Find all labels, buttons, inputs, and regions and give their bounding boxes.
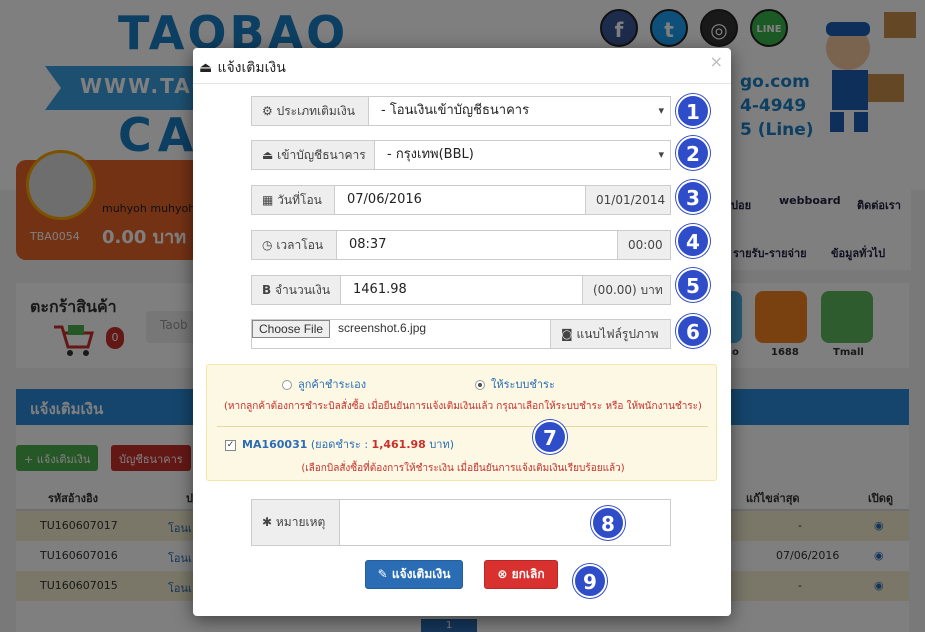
- choose-file-button[interactable]: Choose File: [252, 320, 331, 338]
- order-prefix: (ยอดชำระ :: [310, 438, 369, 451]
- topup-type-label-text: ประเภทเติมเงิน: [276, 104, 355, 118]
- time-label: ◷ เวลาโอน: [251, 230, 337, 260]
- order-item[interactable]: ✓ MA160031 (ยอดชำระ : 1,461.98 บาท): [225, 435, 454, 453]
- date-label-text: วันที่โอน: [277, 193, 322, 207]
- payment-note: (หากลูกค้าต้องการชำระบิลสั่งซื้อ เมื่อยื…: [224, 401, 702, 412]
- bank-label-text: เข้าบัญชีธนาคาร: [277, 148, 366, 162]
- amount-input[interactable]: 1461.98: [340, 275, 583, 305]
- topup-modal: ⏏ แจ้งเติมเงิน × ⚙ ประเภทเติมเงิน - โอนเ…: [193, 48, 731, 616]
- marker-2: 2: [676, 136, 710, 170]
- submit-label: แจ้งเติมเงิน: [391, 567, 451, 581]
- divider: [217, 426, 708, 427]
- bank-label: ⏏ เข้าบัญชีธนาคาร: [251, 140, 375, 170]
- topup-type-select[interactable]: - โอนเงินเข้าบัญชีธนาคาร: [368, 96, 671, 126]
- marker-9: 9: [573, 564, 607, 598]
- time-input[interactable]: 08:37: [336, 230, 618, 260]
- topup-type-label: ⚙ ประเภทเติมเงิน: [251, 96, 369, 126]
- payment-panel: ลูกค้าชำระเอง ให้ระบบชำระ (หากลูกค้าต้อง…: [206, 364, 717, 481]
- checkbox-icon[interactable]: ✓: [225, 439, 236, 451]
- date-input[interactable]: 07/06/2016: [334, 185, 586, 215]
- radio-customer-pay[interactable]: ลูกค้าชำระเอง: [282, 375, 366, 393]
- marker-7: 7: [533, 420, 567, 454]
- marker-5: 5: [676, 268, 710, 302]
- edit-icon: ✎: [377, 567, 388, 581]
- radio-system-pay-label: ให้ระบบชำระ: [491, 378, 555, 391]
- upload-icon: ⏏: [199, 60, 213, 76]
- camera-icon: ◙: [561, 327, 573, 341]
- cancel-label: ยกเลิก: [511, 567, 545, 581]
- modal-title: ⏏ แจ้งเติมเงิน: [199, 57, 286, 79]
- order-suffix: บาท): [429, 438, 455, 451]
- time-hint: 00:00: [617, 230, 671, 260]
- marker-8: 8: [591, 506, 625, 540]
- attach-label: แนบไฟล์รูปภาพ: [576, 327, 659, 341]
- modal-header: ⏏ แจ้งเติมเงิน ×: [193, 48, 731, 84]
- topup-type-row: ⚙ ประเภทเติมเงิน - โอนเงินเข้าบัญชีธนาคา…: [251, 96, 671, 126]
- amount-label: B จำนวนเงิน: [251, 275, 341, 305]
- upload-icon: ⏏: [262, 148, 274, 162]
- gear-icon: ⚙: [262, 104, 273, 118]
- order-hint: (เลือกบิลสั่งซื้อที่ต้องการให้ชำระเงิน เ…: [301, 463, 625, 474]
- asterisk-icon: ✱: [262, 515, 273, 529]
- cancel-button[interactable]: ⊗ ยกเลิก: [484, 560, 558, 589]
- remark-label: ✱ หมายเหตุ: [251, 499, 340, 546]
- calendar-icon: ▦: [262, 193, 274, 207]
- file-input[interactable]: Choose File screenshot.6.jpg: [251, 319, 551, 349]
- file-name: screenshot.6.jpg: [338, 321, 427, 335]
- baht-icon: B: [262, 283, 272, 297]
- order-amount: 1,461.98: [371, 438, 426, 451]
- radio-system-pay[interactable]: ให้ระบบชำระ: [475, 375, 555, 393]
- cancel-icon: ⊗: [497, 567, 508, 581]
- date-hint: 01/01/2014: [585, 185, 671, 215]
- date-label: ▦ วันที่โอน: [251, 185, 335, 215]
- amount-label-text: จำนวนเงิน: [274, 283, 331, 297]
- time-row: ◷ เวลาโอน 08:37 00:00: [251, 230, 671, 260]
- bank-row: ⏏ เข้าบัญชีธนาคาร - กรุงเทพ(BBL): [251, 140, 671, 170]
- radio-icon[interactable]: [282, 380, 292, 390]
- radio-icon[interactable]: [475, 380, 485, 390]
- radio-customer-pay-label: ลูกค้าชำระเอง: [298, 378, 367, 391]
- clock-icon: ◷: [262, 238, 273, 252]
- close-icon[interactable]: ×: [710, 52, 723, 71]
- remark-label-text: หมายเหตุ: [275, 515, 326, 529]
- marker-4: 4: [676, 224, 710, 258]
- marker-1: 1: [676, 94, 710, 128]
- date-row: ▦ วันที่โอน 07/06/2016 01/01/2014: [251, 185, 671, 215]
- file-row: Choose File screenshot.6.jpg ◙ แนบไฟล์รู…: [251, 319, 671, 349]
- time-label-text: เวลาโอน: [276, 238, 324, 252]
- marker-6: 6: [676, 314, 710, 348]
- amount-hint: (00.00) บาท: [582, 275, 671, 305]
- attach-button[interactable]: ◙ แนบไฟล์รูปภาพ: [550, 319, 671, 349]
- marker-3: 3: [676, 180, 710, 214]
- submit-topup-button[interactable]: ✎ แจ้งเติมเงิน: [365, 560, 463, 589]
- bank-select[interactable]: - กรุงเทพ(BBL): [374, 140, 671, 170]
- amount-row: B จำนวนเงิน 1461.98 (00.00) บาท: [251, 275, 671, 305]
- order-id: MA160031: [242, 438, 308, 451]
- modal-title-text: แจ้งเติมเงิน: [217, 60, 286, 76]
